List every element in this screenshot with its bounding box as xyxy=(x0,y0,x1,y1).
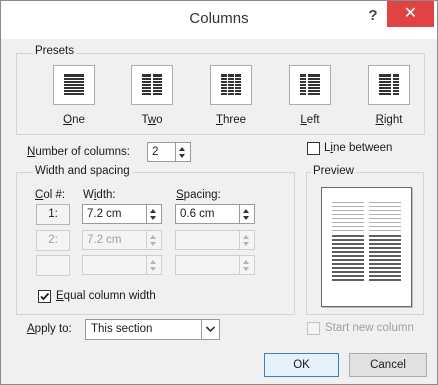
width-input-3 xyxy=(82,255,147,275)
columns-dialog: Columns ? ✕ Presets One Two Three Left R… xyxy=(0,0,438,385)
spin-up-icon xyxy=(243,235,249,239)
line-between-checkbox[interactable] xyxy=(307,142,320,155)
two-columns-icon xyxy=(142,74,162,95)
close-button[interactable]: ✕ xyxy=(387,1,434,27)
preset-two-button[interactable] xyxy=(131,65,173,105)
preset-one-label: One xyxy=(63,114,85,126)
width-input-1[interactable]: 7.2 cm xyxy=(82,204,147,224)
equal-column-width-label: Equal column width xyxy=(56,290,156,302)
chevron-down-icon xyxy=(205,326,216,333)
spacing-spinner-1[interactable] xyxy=(240,204,255,224)
width-spinner-2 xyxy=(147,230,162,250)
ok-button[interactable]: OK xyxy=(264,353,339,377)
spin-down-icon xyxy=(150,242,156,246)
checkmark-icon xyxy=(40,292,50,301)
preview-page xyxy=(321,187,412,307)
right-columns-icon xyxy=(379,74,399,95)
apply-to-select[interactable]: This section xyxy=(85,319,202,340)
col-number-3 xyxy=(36,255,70,276)
preset-right-label: Right xyxy=(375,114,403,126)
number-of-columns-label: Number of columns: xyxy=(27,146,130,158)
spin-down-icon xyxy=(179,154,185,158)
spin-up-icon xyxy=(150,235,156,239)
line-between-label: Line between xyxy=(324,142,393,154)
apply-to-dropdown-button[interactable] xyxy=(202,319,220,340)
spin-down-icon xyxy=(150,267,156,271)
width-spinner-3 xyxy=(147,255,162,275)
spacing-header: Spacing: xyxy=(176,189,221,201)
cancel-button[interactable]: Cancel xyxy=(349,353,427,377)
spin-up-icon xyxy=(179,147,185,151)
one-column-icon xyxy=(64,74,84,95)
spin-up-icon xyxy=(150,209,156,213)
col-number-2: 2: xyxy=(36,230,70,251)
spacing-input-1[interactable]: 0.6 cm xyxy=(175,204,240,224)
two-column-preview-icon xyxy=(332,202,401,281)
number-of-columns-spinner[interactable] xyxy=(176,142,191,162)
help-button[interactable]: ? xyxy=(361,7,385,27)
title-bar: Columns ? ✕ xyxy=(1,1,437,39)
width-spacing-label: Width and spacing xyxy=(33,165,132,177)
width-spinner-1[interactable] xyxy=(147,204,162,224)
spin-down-icon xyxy=(243,242,249,246)
preset-three-button[interactable] xyxy=(210,65,252,105)
number-of-columns-input[interactable]: 2 xyxy=(147,142,176,162)
apply-to-label: Apply to: xyxy=(27,323,72,335)
spin-up-icon xyxy=(243,260,249,264)
spin-down-icon xyxy=(243,267,249,271)
equal-column-width-checkbox[interactable] xyxy=(38,290,51,303)
start-new-column-checkbox xyxy=(307,322,320,335)
spacing-input-2 xyxy=(175,230,240,250)
start-new-column-label: Start new column xyxy=(325,322,414,334)
spacing-spinner-3 xyxy=(240,255,255,275)
col-number-1: 1: xyxy=(36,204,70,225)
left-columns-icon xyxy=(300,74,320,95)
spacing-input-3 xyxy=(175,255,240,275)
spin-down-icon xyxy=(150,216,156,220)
width-header: Width: xyxy=(83,189,116,201)
width-input-2: 7.2 cm xyxy=(82,230,147,250)
three-columns-icon xyxy=(221,74,241,95)
presets-label: Presets xyxy=(33,45,76,57)
spin-up-icon xyxy=(243,209,249,213)
spacing-spinner-2 xyxy=(240,230,255,250)
preset-one-button[interactable] xyxy=(53,65,95,105)
preset-left-button[interactable] xyxy=(289,65,331,105)
preview-label: Preview xyxy=(311,165,356,177)
spin-up-icon xyxy=(150,260,156,264)
col-number-header: Col #: xyxy=(35,189,66,201)
preset-two-label: Two xyxy=(141,114,163,126)
spin-down-icon xyxy=(243,216,249,220)
preset-right-button[interactable] xyxy=(368,65,410,105)
preset-three-label: Three xyxy=(215,114,247,126)
preset-left-label: Left xyxy=(300,114,320,126)
